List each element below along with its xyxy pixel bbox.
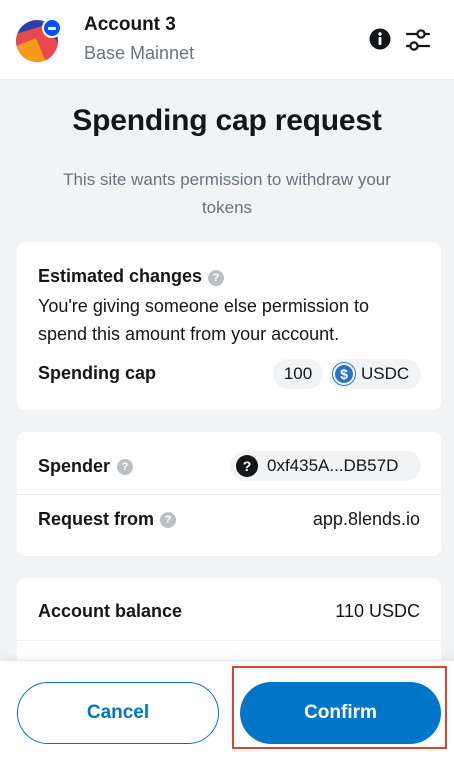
spending-cap-amount: 100 <box>273 359 323 389</box>
estimated-changes-label: Estimated changes <box>38 266 203 286</box>
account-balance-label: Account balance <box>38 601 183 621</box>
question-help-icon[interactable]: ? <box>208 270 224 286</box>
account-header: Account 3 Base Mainnet <box>0 0 454 80</box>
account-balance-value: 110 USDC <box>335 601 420 621</box>
account-avatar[interactable] <box>16 18 62 64</box>
divider <box>17 640 441 641</box>
action-footer: Cancel Confirm <box>0 660 454 764</box>
token-pill[interactable]: $ USDC <box>329 359 421 389</box>
spender-address: 0xf435A...DB57D <box>267 456 399 475</box>
estimated-changes-card: Estimated changes ? You're giving someon… <box>17 242 441 410</box>
network-name: Base Mainnet <box>84 43 195 63</box>
divider <box>17 494 441 495</box>
estimated-changes-description: You're giving someone else permission to… <box>38 296 369 344</box>
page-title: Spending cap request <box>72 104 382 137</box>
question-help-icon[interactable]: ? <box>160 512 176 528</box>
spending-cap-label: Spending cap <box>38 363 157 383</box>
usdc-token-icon: $ <box>333 363 355 385</box>
request-details-card: Spender ? ? 0xf435A...DB57D Request from… <box>17 432 441 556</box>
token-symbol: USDC <box>361 364 410 383</box>
confirm-button[interactable]: Confirm <box>240 682 441 744</box>
cancel-button[interactable]: Cancel <box>17 682 219 744</box>
network-badge-icon <box>42 18 62 38</box>
unknown-address-icon: ? <box>236 455 258 477</box>
spending-cap-amount-value: 100 <box>283 364 313 383</box>
settings-sliders-icon[interactable] <box>405 27 431 53</box>
spender-address-pill[interactable]: ? 0xf435A...DB57D <box>230 451 421 481</box>
spender-label: Spender <box>38 456 111 476</box>
request-from-label: Request from <box>38 509 155 529</box>
request-from-value: app.8lends.io <box>312 509 420 529</box>
info-icon[interactable] <box>369 28 391 50</box>
account-name[interactable]: Account 3 <box>84 14 176 36</box>
question-help-icon[interactable]: ? <box>117 459 133 475</box>
page-subtitle: This site wants permission to withdraw y… <box>63 170 391 217</box>
